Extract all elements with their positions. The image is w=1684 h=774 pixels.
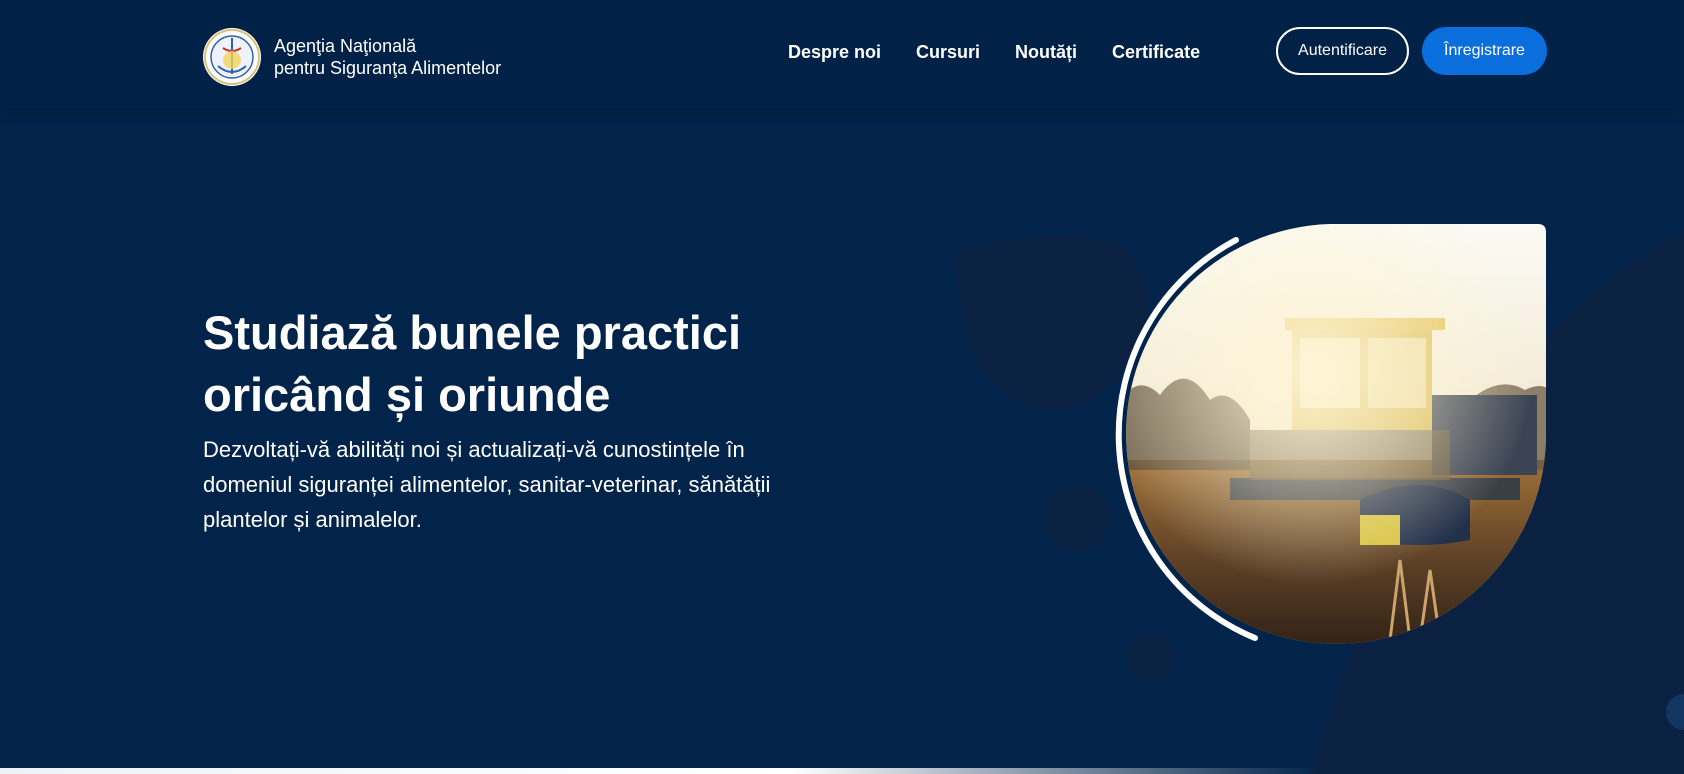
nav-item-despre-noi[interactable]: Despre noi bbox=[788, 40, 881, 64]
nav-item-cursuri[interactable]: Cursuri bbox=[916, 40, 980, 64]
brand[interactable]: Agenţia Naţională pentru Siguranţa Alime… bbox=[203, 28, 501, 86]
page: Agenţia Naţională pentru Siguranţa Alime… bbox=[0, 0, 1684, 774]
brand-name-line1: Agenţia Naţională bbox=[274, 36, 417, 56]
hero-media bbox=[1115, 224, 1547, 644]
ansvsa-emblem-icon bbox=[203, 28, 261, 86]
nav-item-noutati[interactable]: Noutăți bbox=[1015, 40, 1077, 64]
bottom-divider bbox=[0, 768, 1320, 774]
login-button[interactable]: Autentificare bbox=[1276, 27, 1409, 75]
main-nav: Despre noi Cursuri Noutăți Certificate bbox=[788, 40, 1235, 64]
hero-image bbox=[1126, 224, 1547, 644]
site-header: Agenţia Naţională pentru Siguranţa Alime… bbox=[0, 0, 1684, 108]
brand-name: Agenţia Naţională pentru Siguranţa Alime… bbox=[274, 35, 501, 79]
register-button[interactable]: Înregistrare bbox=[1422, 27, 1547, 75]
nav-item-certificate[interactable]: Certificate bbox=[1112, 40, 1200, 64]
brand-name-line2: pentru Siguranţa Alimentelor bbox=[274, 58, 502, 78]
